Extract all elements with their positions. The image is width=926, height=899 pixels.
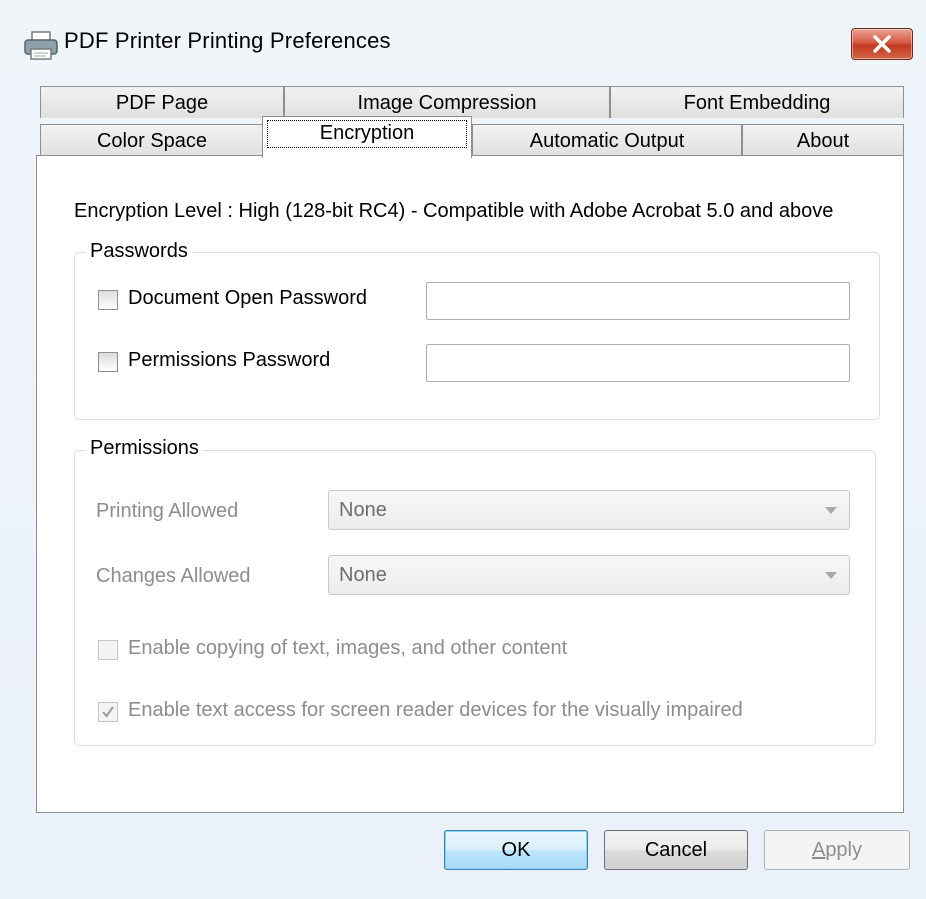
checkmark-icon: [102, 706, 114, 718]
apply-label-rest: pply: [825, 839, 863, 861]
tab-encryption-label: Encryption: [319, 122, 415, 144]
close-button[interactable]: [851, 28, 913, 60]
printing-preferences-dialog: PDF Printer Printing Preferences PDF Pag…: [0, 0, 926, 899]
title-bar[interactable]: PDF Printer Printing Preferences: [0, 0, 926, 78]
enable-screen-reader-label[interactable]: Enable text access for screen reader dev…: [128, 699, 743, 722]
tab-font-embedding[interactable]: Font Embedding: [610, 86, 904, 118]
permissions-password-checkbox[interactable]: [98, 352, 118, 372]
permissions-password-input[interactable]: [426, 344, 850, 382]
apply-button[interactable]: Apply: [764, 830, 910, 870]
enable-screen-reader-checkbox[interactable]: [98, 702, 118, 722]
tab-color-space[interactable]: Color Space: [40, 124, 264, 156]
printing-allowed-label: Printing Allowed: [96, 500, 239, 522]
enable-copying-label[interactable]: Enable copying of text, images, and othe…: [128, 637, 567, 660]
apply-mnemonic: A: [811, 839, 826, 861]
tab-pdf-page[interactable]: PDF Page: [40, 86, 284, 118]
chevron-down-icon: [825, 572, 837, 579]
document-open-password-label[interactable]: Document Open Password: [128, 287, 367, 310]
printing-allowed-value: None: [339, 499, 387, 521]
permissions-group-label: Permissions: [86, 437, 203, 460]
printer-icon: [24, 31, 58, 60]
passwords-group: [74, 252, 880, 420]
tab-about[interactable]: About: [742, 124, 904, 156]
passwords-group-label: Passwords: [86, 240, 192, 263]
ok-button[interactable]: OK: [444, 830, 588, 870]
tab-automatic-output[interactable]: Automatic Output: [472, 124, 742, 156]
document-open-password-input[interactable]: [426, 282, 850, 320]
close-x-icon: [873, 35, 891, 53]
changes-allowed-label: Changes Allowed: [96, 565, 251, 587]
tab-image-compression[interactable]: Image Compression: [284, 86, 610, 118]
changes-allowed-select[interactable]: None: [328, 555, 850, 595]
tab-encryption[interactable]: Encryption: [262, 116, 472, 158]
printing-allowed-select[interactable]: None: [328, 490, 850, 530]
permissions-password-label[interactable]: Permissions Password: [128, 349, 330, 372]
window-title: PDF Printer Printing Preferences: [64, 28, 391, 53]
cancel-button[interactable]: Cancel: [604, 830, 748, 870]
chevron-down-icon: [825, 507, 837, 514]
enable-copying-checkbox[interactable]: [98, 640, 118, 660]
document-open-password-checkbox[interactable]: [98, 290, 118, 310]
encryption-level-text: Encryption Level : High (128-bit RC4) - …: [74, 200, 834, 222]
changes-allowed-value: None: [339, 564, 387, 586]
